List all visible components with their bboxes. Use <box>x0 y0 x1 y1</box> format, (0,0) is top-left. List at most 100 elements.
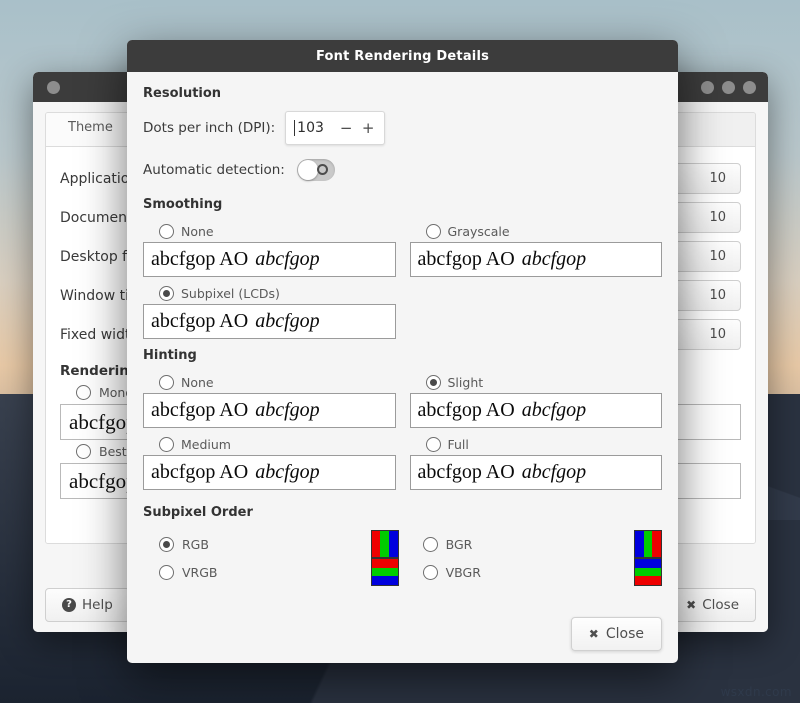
radio-icon-smoothing-subpixel[interactable] <box>159 286 174 301</box>
hinting-cell-slight: Slight abcfgop AO abcfgop <box>410 373 663 435</box>
smoothing-option-subpixel[interactable]: Subpixel (LCDs) <box>159 286 396 301</box>
sample-roman: abcfgop AO <box>418 248 515 271</box>
radio-icon-subpixel-vrgb[interactable] <box>159 565 174 580</box>
help-icon: ? <box>62 598 76 612</box>
smoothing-option-grayscale[interactable]: Grayscale <box>426 224 663 239</box>
automatic-detection-toggle[interactable] <box>297 159 335 181</box>
toggle-off-icon <box>317 164 328 175</box>
smoothing-cell-empty <box>410 284 663 346</box>
hinting-option-none[interactable]: None <box>159 375 396 390</box>
hinting-label-none: None <box>181 375 214 390</box>
swatch-vrgb-icon <box>371 558 399 586</box>
sample-italic: abcfgop <box>522 461 586 484</box>
help-button[interactable]: ? Help <box>45 588 130 622</box>
smoothing-sample-grayscale: abcfgop AO abcfgop <box>410 242 663 277</box>
radio-icon-hinting-full[interactable] <box>426 437 441 452</box>
sample-italic: abcfgop <box>255 399 319 422</box>
smoothing-label-subpixel: Subpixel (LCDs) <box>181 286 280 301</box>
toggle-knob <box>298 160 318 180</box>
smoothing-sample-none: abcfgop AO abcfgop <box>143 242 396 277</box>
subpixel-label-vrgb: VRGB <box>182 565 218 580</box>
sample-italic: abcfgop <box>522 399 586 422</box>
close-x-icon: ✖ <box>589 627 599 641</box>
smoothing-cell-none: None abcfgop AO abcfgop <box>143 222 396 284</box>
dialog-close-label: Close <box>606 626 644 642</box>
swatch-rgb-icon <box>371 530 399 558</box>
window-controls[interactable] <box>701 81 756 94</box>
hinting-cell-full: Full abcfgop AO abcfgop <box>410 435 663 497</box>
sample-italic: abcfgop <box>255 248 319 271</box>
hinting-heading: Hinting <box>143 348 662 363</box>
dialog-footer: ✖ Close <box>571 617 662 651</box>
subpixel-option-vbgr[interactable]: VBGR <box>423 565 481 580</box>
tab-theme[interactable]: Theme <box>46 113 136 146</box>
dpi-input[interactable]: 103 <box>294 120 332 136</box>
radio-icon-smoothing-grayscale[interactable] <box>426 224 441 239</box>
window-menu-icon[interactable] <box>47 81 60 94</box>
hinting-option-medium[interactable]: Medium <box>159 437 396 452</box>
help-button-label: Help <box>82 597 113 613</box>
smoothing-label-grayscale: Grayscale <box>448 224 510 239</box>
sample-roman: abcfgop AO <box>151 461 248 484</box>
hinting-sample-medium: abcfgop AO abcfgop <box>143 455 396 490</box>
dialog-close-button[interactable]: ✖ Close <box>571 617 662 651</box>
hinting-label-slight: Slight <box>448 375 484 390</box>
resolution-heading: Resolution <box>143 86 662 101</box>
dpi-spinner[interactable]: 103 − + <box>285 111 385 145</box>
font-rendering-details-dialog[interactable]: Font Rendering Details Resolution Dots p… <box>127 40 678 663</box>
dpi-decrement-button[interactable]: − <box>338 119 354 137</box>
hinting-option-full[interactable]: Full <box>426 437 663 452</box>
hinting-grid: None abcfgop AO abcfgop Slight abcfgop A… <box>143 373 662 497</box>
dpi-row: Dots per inch (DPI): 103 − + <box>143 111 662 145</box>
sample-roman: abcfgop AO <box>418 461 515 484</box>
close-x-icon: ✖ <box>686 598 696 612</box>
subpixel-label-vbgr: VBGR <box>446 565 481 580</box>
dpi-increment-button[interactable]: + <box>360 119 376 137</box>
hinting-sample-slight: abcfgop AO abcfgop <box>410 393 663 428</box>
smoothing-heading: Smoothing <box>143 197 662 212</box>
automatic-detection-label: Automatic detection: <box>143 162 285 178</box>
sample-italic: abcfgop <box>255 461 319 484</box>
radio-icon-hinting-slight[interactable] <box>426 375 441 390</box>
radio-icon-smoothing-none[interactable] <box>159 224 174 239</box>
sample-roman: abcfgop AO <box>151 310 248 333</box>
bg-close-button[interactable]: ✖ Close <box>669 588 756 622</box>
sample-italic: abcfgop <box>255 310 319 333</box>
hinting-sample-full: abcfgop AO abcfgop <box>410 455 663 490</box>
radio-icon-hinting-none[interactable] <box>159 375 174 390</box>
smoothing-grid: None abcfgop AO abcfgop Grayscale abcfgo… <box>143 222 662 346</box>
sample-roman: abcfgop AO <box>151 248 248 271</box>
swatch-bgr-icon <box>634 530 662 558</box>
smoothing-sample-subpixel: abcfgop AO abcfgop <box>143 304 396 339</box>
hinting-option-slight[interactable]: Slight <box>426 375 663 390</box>
subpixel-order-grid: RGB BGR VRGB VBG <box>143 530 662 586</box>
hinting-label-medium: Medium <box>181 437 231 452</box>
dpi-label: Dots per inch (DPI): <box>143 120 275 136</box>
subpixel-label-rgb: RGB <box>182 537 209 552</box>
bg-close-label: Close <box>702 597 739 613</box>
subpixel-option-bgr[interactable]: BGR <box>423 537 481 552</box>
close-icon[interactable] <box>743 81 756 94</box>
radio-icon-subpixel-bgr[interactable] <box>423 537 438 552</box>
radio-icon-monochrome[interactable] <box>76 385 91 400</box>
radio-icon-best-contrast[interactable] <box>76 444 91 459</box>
smoothing-cell-grayscale: Grayscale abcfgop AO abcfgop <box>410 222 663 284</box>
subpixel-option-vrgb[interactable]: VRGB <box>159 565 218 580</box>
hinting-label-full: Full <box>448 437 469 452</box>
subpixel-option-rgb[interactable]: RGB <box>159 537 218 552</box>
radio-icon-subpixel-vbgr[interactable] <box>423 565 438 580</box>
sample-italic: abcfgop <box>522 248 586 271</box>
radio-icon-subpixel-rgb[interactable] <box>159 537 174 552</box>
maximize-icon[interactable] <box>722 81 735 94</box>
watermark: wsxdn.com <box>721 685 792 699</box>
smoothing-option-none[interactable]: None <box>159 224 396 239</box>
subpixel-label-bgr: BGR <box>446 537 473 552</box>
hinting-sample-none: abcfgop AO abcfgop <box>143 393 396 428</box>
minimize-icon[interactable] <box>701 81 714 94</box>
smoothing-label-none: None <box>181 224 214 239</box>
sample-roman: abcfgop AO <box>418 399 515 422</box>
hinting-cell-none: None abcfgop AO abcfgop <box>143 373 396 435</box>
radio-icon-hinting-medium[interactable] <box>159 437 174 452</box>
hinting-cell-medium: Medium abcfgop AO abcfgop <box>143 435 396 497</box>
automatic-detection-row: Automatic detection: <box>143 159 662 181</box>
